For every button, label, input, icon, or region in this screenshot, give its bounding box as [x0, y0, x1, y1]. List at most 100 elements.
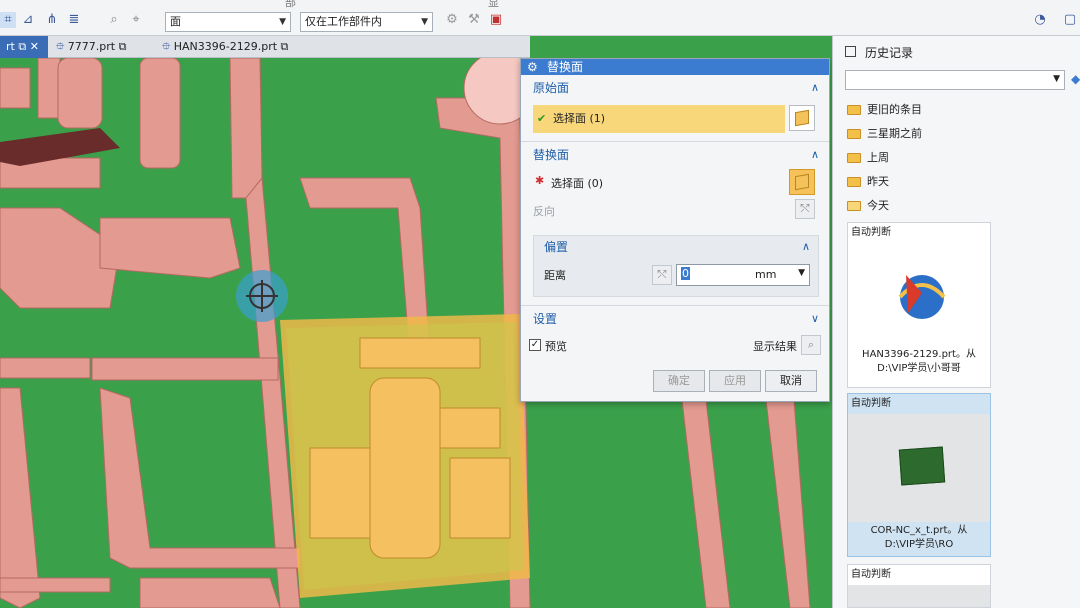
apply-button[interactable]: 应用	[709, 370, 761, 392]
type-filter-select[interactable]: 面 ▼	[165, 12, 291, 32]
part-icon[interactable]: ⚒	[466, 12, 482, 28]
chevron-down-icon[interactable]: ∨	[811, 306, 819, 332]
settings-header[interactable]: 设置 ∨	[521, 305, 829, 331]
original-face-selector[interactable]: ✔ 选择面 (1)	[533, 105, 785, 133]
history-icon	[845, 46, 856, 57]
history-card[interactable]: 自动判断 HAN3396-2129.prt。从 D:\VIP学员\小哥哥	[847, 222, 991, 388]
document-tabs: rt ⧉ ✕ ⯐ 7777.prt ⧉ ⯐ HAN3396-2129.prt ⧉	[0, 36, 530, 58]
nx-globe-icon	[898, 275, 946, 319]
offset-header[interactable]: 偏置 ∧	[534, 236, 818, 258]
toolbar-cut-label: 部	[285, 0, 296, 9]
replace-face-dialog: ⚙ 替换面 原始面 ∧ ✔ 选择面 (1) 替换面 ∧ ✱ 选择面 (0) 反向…	[520, 58, 830, 402]
tab-label: rt	[6, 40, 15, 53]
scope-filter-select[interactable]: 仅在工作部件内 ▼	[300, 12, 433, 32]
scope-filter-value: 仅在工作部件内	[305, 15, 382, 28]
chevron-up-icon[interactable]: ∧	[811, 142, 819, 168]
modified-icon: ⧉	[280, 40, 289, 53]
original-face-row: ✔ 选择面 (1)	[521, 101, 829, 141]
snap-icon[interactable]: ⊿	[20, 12, 36, 28]
reverse-direction-icon[interactable]: ⤲	[795, 199, 815, 219]
show-result-label: 显示结果	[753, 340, 797, 353]
chevron-up-icon[interactable]: ∧	[811, 75, 819, 101]
ok-button[interactable]: 确定	[653, 370, 705, 392]
required-icon: ✱	[535, 174, 545, 187]
distance-value: 0	[681, 267, 690, 280]
open-folder-icon	[847, 201, 861, 211]
view-icon[interactable]: ▣	[488, 12, 504, 28]
close-icon[interactable]: ✕	[30, 40, 39, 53]
preview-label: 预览	[545, 340, 567, 353]
formula-icon[interactable]: ⤲	[652, 265, 672, 285]
chevron-down-icon: ▼	[421, 17, 428, 27]
history-group-label: 昨天	[867, 175, 889, 188]
refresh-icon[interactable]: ◆	[1071, 72, 1080, 86]
point-icon[interactable]: ⋔	[44, 12, 60, 28]
card-tag: 自动判断	[851, 227, 891, 238]
unit-label[interactable]: mm	[755, 268, 776, 281]
graphics-viewport[interactable]: ⚙ 替换面 原始面 ∧ ✔ 选择面 (1) 替换面 ∧ ✱ 选择面 (0) 反向…	[0, 58, 832, 608]
replace-face-select-button[interactable]	[789, 169, 815, 195]
history-panel: 历史记录 ▼ ◆ 更旧的条目 三星期之前 上周 昨天 今天 自动判断 HAN33…	[832, 36, 1080, 608]
tab-han3396[interactable]: ⯐ HAN3396-2129.prt ⧉	[156, 36, 294, 58]
history-group-label: 今天	[867, 199, 889, 212]
replace-face-select-label[interactable]: 选择面 (0)	[551, 175, 603, 191]
original-face-header[interactable]: 原始面 ∧	[521, 75, 829, 101]
card-caption-line: COR-NC_x_t.prt。从	[870, 525, 968, 536]
distance-input[interactable]: 0 mm ▼	[676, 264, 810, 286]
section-title: 替换面	[533, 148, 570, 162]
cancel-button[interactable]: 取消	[765, 370, 817, 392]
filter-a-icon[interactable]: ⌕	[106, 12, 122, 28]
cube-icon	[795, 109, 809, 127]
select-filter-icon[interactable]: ⌗	[0, 12, 16, 28]
history-card[interactable]: 自动判断	[847, 564, 991, 608]
part-file-icon: ⯐	[56, 40, 65, 53]
card-caption-line: D:\VIP学员\RO	[884, 539, 954, 550]
reverse-label: 反向	[533, 205, 555, 218]
top-toolbar: ⌗ ⊿ ⋔ ≣ ⌕ ⌖ 面 ▼ 仅在工作部件内 ▼ ⚙ ⚒ ▣ ◔ ▢ 部 显	[0, 0, 1080, 36]
section-title: 偏置	[544, 240, 569, 254]
card-thumbnail	[848, 414, 990, 522]
history-group-yesterday[interactable]: 昨天	[847, 172, 889, 192]
reverse-row: 反向 ⤲	[521, 197, 829, 223]
dialog-title-bar[interactable]: ⚙ 替换面	[521, 59, 829, 75]
history-group-older[interactable]: 更旧的条目	[847, 100, 922, 120]
chevron-down-icon: ▼	[279, 17, 286, 27]
history-group-label: 上周	[867, 151, 889, 164]
history-group-label: 三星期之前	[867, 127, 922, 140]
face-select-button[interactable]	[789, 105, 815, 131]
card-thumbnail	[848, 585, 990, 607]
tab-7777[interactable]: ⯐ 7777.prt ⧉	[50, 36, 132, 58]
history-card-selected[interactable]: 自动判断 COR-NC_x_t.prt。从 D:\VIP学员\RO	[847, 393, 991, 557]
settings-row: ✓ 预览 显示结果 ⌕	[521, 331, 829, 365]
render-icon[interactable]: ◔	[1032, 12, 1048, 28]
filter-b-icon[interactable]: ⌖	[128, 12, 144, 28]
folder-icon	[847, 129, 861, 139]
card-caption-line: D:\VIP学员\小哥哥	[877, 363, 961, 374]
preview-checkbox[interactable]: ✓	[529, 339, 541, 351]
history-group-today[interactable]: 今天	[847, 196, 889, 216]
tab-current-part[interactable]: rt ⧉ ✕	[0, 36, 48, 58]
folder-icon	[847, 153, 861, 163]
section-title: 设置	[533, 312, 558, 326]
cube-view-icon[interactable]: ▢	[1062, 12, 1078, 28]
offset-group: 偏置 ∧ 距离 ⤲ 0 mm ▼	[533, 235, 819, 297]
chevron-down-icon[interactable]: ▼	[798, 268, 805, 278]
replace-face-header[interactable]: 替换面 ∧	[521, 141, 829, 167]
type-filter-value: 面	[170, 15, 181, 28]
dialog-title: 替换面	[547, 60, 584, 74]
assembly-icon[interactable]: ⚙	[444, 12, 460, 28]
list-icon[interactable]: ≣	[66, 12, 82, 28]
magnifier-icon[interactable]: ⌕	[801, 335, 821, 355]
toolbar-cut-label: 显	[488, 0, 499, 9]
original-face-select-label: 选择面 (1)	[553, 112, 606, 125]
history-filter-select[interactable]: ▼	[845, 70, 1065, 90]
gear-icon[interactable]: ⚙	[527, 59, 538, 75]
history-group-label: 更旧的条目	[867, 103, 922, 116]
replace-face-row: ✱ 选择面 (0)	[521, 167, 829, 197]
cube-icon	[795, 173, 809, 191]
history-group-last-week[interactable]: 上周	[847, 148, 889, 168]
chevron-up-icon[interactable]: ∧	[802, 236, 810, 258]
history-group-three-weeks[interactable]: 三星期之前	[847, 124, 922, 144]
card-tag: 自动判断	[851, 569, 891, 580]
card-caption-line: HAN3396-2129.prt。从	[862, 349, 976, 360]
